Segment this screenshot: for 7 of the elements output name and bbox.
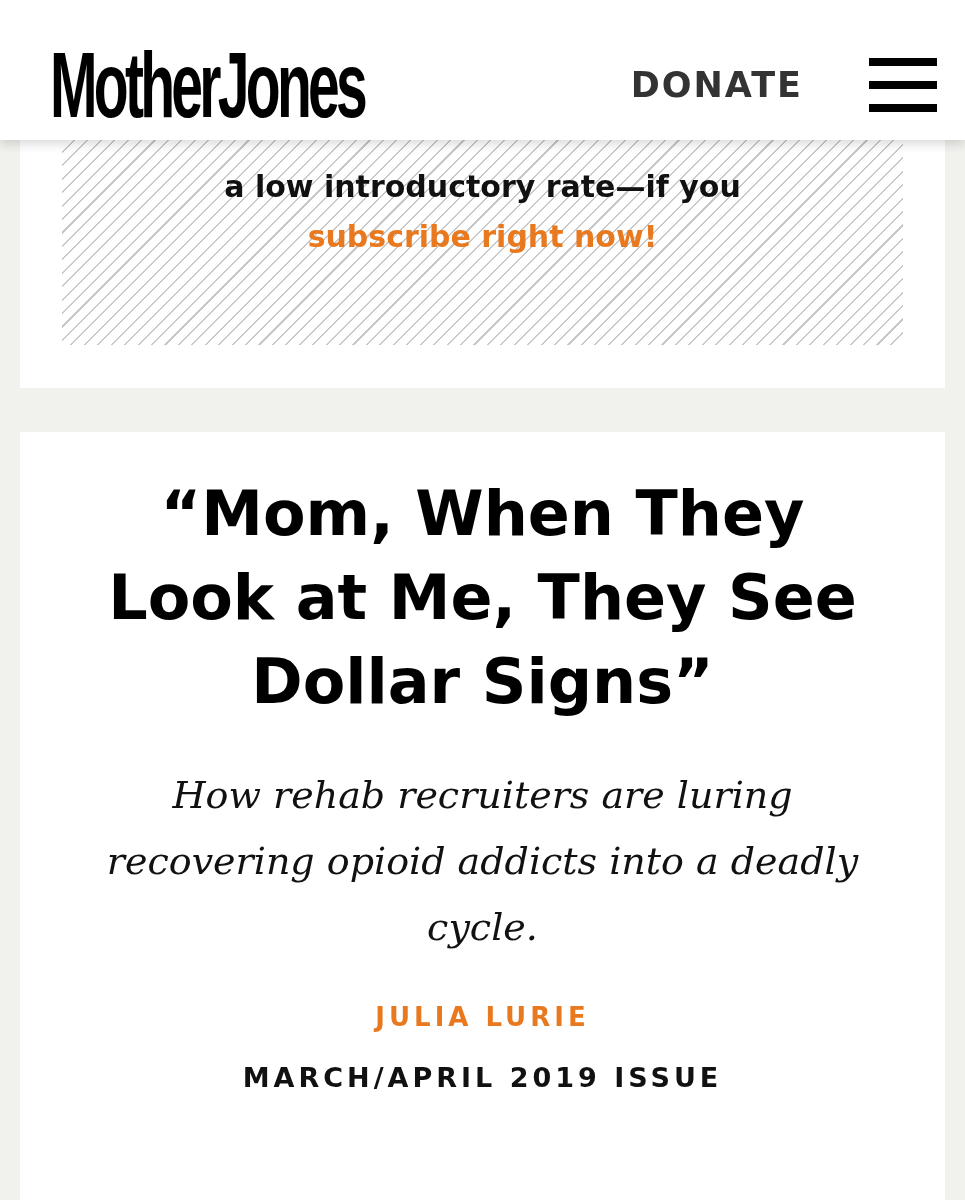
article-subtitle: How rehab recruiters are luring recovering opioid addicts into a deadly cycle.	[105, 772, 860, 951]
promo-text: a low introductory rate—if you	[224, 168, 741, 206]
issue-label: MARCH/APRIL 2019 ISSUE	[242, 1062, 723, 1093]
site-logo[interactable]: MotherJones	[50, 39, 365, 131]
donate-link[interactable]: DONATE	[630, 65, 803, 105]
article-title: “Mom, When They Look at Me, They See Dollar Signs”	[107, 476, 858, 720]
menu-icon[interactable]	[869, 58, 937, 112]
